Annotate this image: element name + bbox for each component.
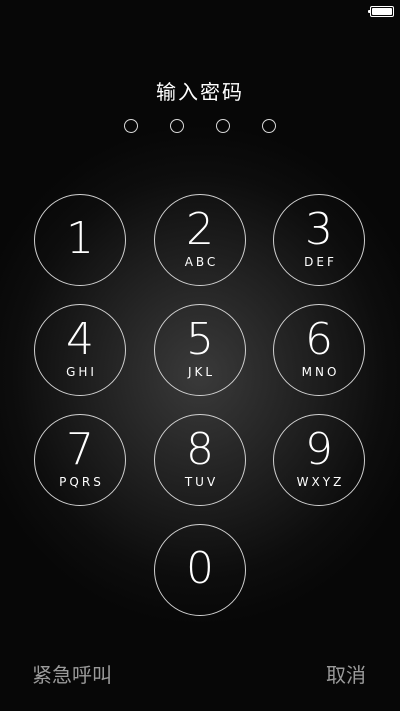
- key-letters: GHI: [66, 365, 97, 379]
- key-letters: DEF: [304, 255, 337, 269]
- battery-fill: [372, 8, 392, 15]
- keypad-key-7[interactable]: 7 PQRS: [34, 414, 126, 506]
- passcode-dot: [262, 119, 276, 133]
- key-digit: 7: [66, 424, 94, 475]
- key-digit: 0: [186, 543, 214, 594]
- key-digit: 9: [305, 424, 333, 475]
- key-digit: 4: [66, 314, 94, 365]
- keypad-key-4[interactable]: 4 GHI: [34, 304, 126, 396]
- emergency-call-button[interactable]: 紧急呼叫: [32, 659, 112, 688]
- key-digit: 2: [186, 204, 214, 255]
- passcode-prompt: 输入密码: [156, 80, 244, 104]
- key-letters: JKL: [187, 365, 216, 379]
- passcode-dot: [170, 119, 184, 133]
- passcode-dot: [216, 119, 230, 133]
- status-bar: [0, 0, 400, 24]
- keypad-key-0[interactable]: 0: [154, 524, 246, 616]
- key-letters: TUV: [184, 475, 219, 489]
- key-digit: 3: [305, 204, 333, 255]
- key-letters: PQRS: [59, 475, 104, 489]
- key-digit: 8: [186, 424, 214, 475]
- passcode-dot: [124, 119, 138, 133]
- keypad-key-8[interactable]: 8 TUV: [154, 414, 246, 506]
- lock-screen: 输入密码 1 2 ABC 3 DEF 4 GHI 5 JKL 6 MNO 7 P…: [0, 0, 400, 711]
- key-digit: 1: [66, 213, 94, 264]
- keypad-key-3[interactable]: 3 DEF: [273, 194, 365, 286]
- keypad-key-5[interactable]: 5 JKL: [154, 304, 246, 396]
- battery-icon: [368, 6, 394, 17]
- key-letters: WXYZ: [296, 475, 345, 489]
- key-letters: ABC: [184, 255, 219, 269]
- passcode-dots: [0, 119, 400, 133]
- key-digit: 5: [186, 314, 214, 365]
- key-digit: 6: [305, 314, 333, 365]
- cancel-button[interactable]: 取消: [326, 659, 366, 688]
- keypad-key-1[interactable]: 1: [34, 194, 126, 286]
- keypad-key-2[interactable]: 2 ABC: [154, 194, 246, 286]
- keypad-key-6[interactable]: 6 MNO: [273, 304, 365, 396]
- key-letters: MNO: [301, 365, 340, 379]
- keypad-key-9[interactable]: 9 WXYZ: [273, 414, 365, 506]
